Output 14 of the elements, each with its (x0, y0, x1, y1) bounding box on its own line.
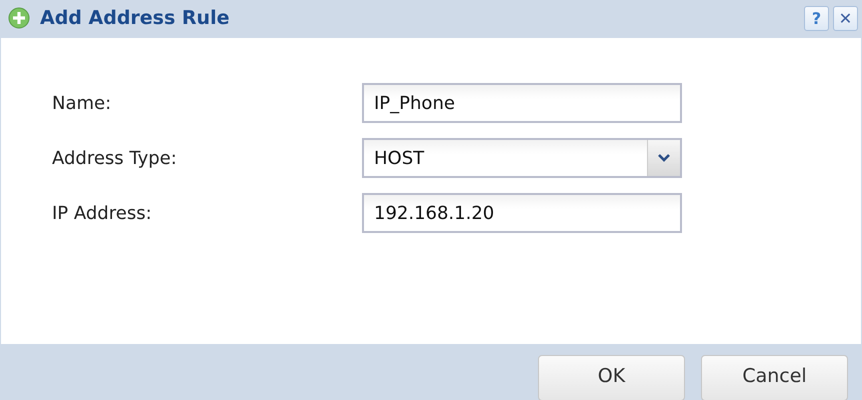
field-label: Name: (51, 92, 112, 114)
cancel-button[interactable]: Cancel (701, 355, 848, 400)
field-label: Address Type: (51, 148, 178, 168)
input-field[interactable]: IP_Phone (362, 83, 682, 123)
dropdown-field[interactable]: HOST (362, 138, 682, 178)
chevron-down-icon (658, 154, 670, 162)
close-button[interactable]: ✕ (833, 6, 858, 30)
dropdown-button[interactable] (647, 140, 680, 176)
help-button[interactable]: ? (804, 6, 829, 30)
field-label: IP Address: (51, 202, 153, 224)
input-field[interactable]: 192.168.1.20 (362, 193, 682, 233)
ok-button[interactable]: OK (538, 355, 685, 400)
add-icon (8, 7, 30, 29)
window-title: Add Address Rule (40, 7, 230, 29)
